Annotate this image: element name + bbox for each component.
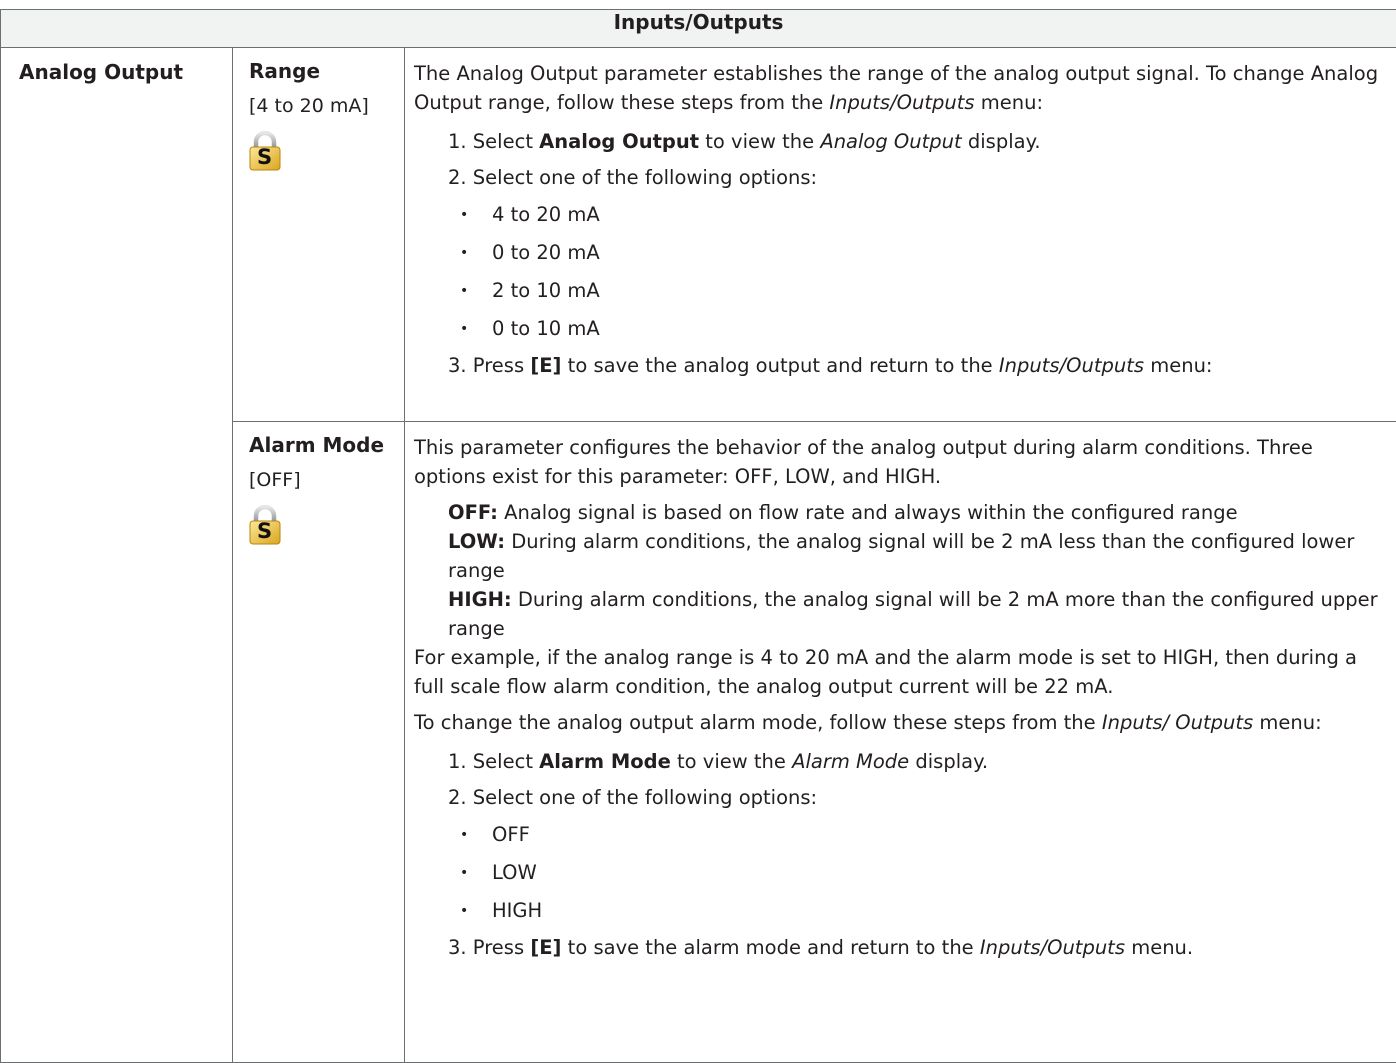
alarm-option-2: LOW	[492, 861, 537, 884]
alarm-example: For example, if the analog range is 4 to…	[414, 643, 1386, 701]
alarm-step3-end: menu.	[1125, 936, 1193, 959]
list-item: •LOW	[414, 854, 1386, 892]
alarm-intro: This parameter configures the behavior o…	[414, 433, 1386, 491]
inputs-outputs-table: Inputs/Outputs Analog Output Range [4 to…	[0, 9, 1396, 1063]
range-step1-end: display.	[962, 130, 1041, 153]
range-intro-end: menu:	[975, 91, 1043, 114]
list-item: •0 to 20 mA	[414, 234, 1386, 272]
list-item: •HIGH	[414, 892, 1386, 930]
alarm-step1-mid: to view the	[671, 750, 792, 773]
table-header: Inputs/Outputs	[1, 10, 1396, 48]
list-item: •OFF	[414, 816, 1386, 854]
alarm-change-menu: Inputs/ Outputs	[1102, 711, 1253, 734]
alarm-step1-ital: Alarm Mode	[792, 750, 909, 773]
range-step3-ital: Inputs/Outputs	[999, 354, 1144, 377]
range-step3-mid: to save the analog output and return to …	[561, 354, 998, 377]
parameter-name: Analog Output	[1, 48, 232, 84]
list-item: •2 to 10 mA	[414, 272, 1386, 310]
alarm-change-pre: To change the analog output alarm mode, …	[414, 711, 1102, 734]
alarm-option-1: OFF	[492, 823, 530, 846]
range-option-1: 4 to 20 mA	[492, 203, 600, 226]
alarm-step2: 2. Select one of the following options:	[414, 780, 1386, 816]
alarm-step3-bold: [E]	[530, 936, 561, 959]
range-cell: Range [4 to 20 mA] S	[233, 48, 405, 422]
range-step1-bold: Analog Output	[539, 130, 699, 153]
alarm-step3-ital: Inputs/Outputs	[980, 936, 1125, 959]
range-intro-menu: Inputs/Outputs	[829, 91, 974, 114]
alarm-off-text: Analog signal is based on flow rate and …	[498, 501, 1238, 524]
alarm-low-label: LOW:	[448, 530, 505, 553]
alarm-change-end: menu:	[1253, 711, 1321, 734]
list-item: •4 to 20 mA	[414, 196, 1386, 234]
range-step3-bold: [E]	[530, 354, 561, 377]
table-row: Analog Output Range [4 to 20 mA]	[1, 48, 1396, 422]
alarm-low-text: During alarm conditions, the analog sign…	[448, 530, 1354, 582]
range-step3-pre: 3. Press	[448, 354, 530, 377]
alarm-name: Alarm Mode	[233, 422, 404, 457]
alarm-step1-end: display.	[909, 750, 988, 773]
parameter-cell: Analog Output	[1, 48, 233, 1063]
lock-label: S	[257, 519, 272, 543]
alarm-off-label: OFF:	[448, 501, 498, 524]
range-step2: 2. Select one of the following options:	[414, 160, 1386, 196]
range-option-4: 0 to 10 mA	[492, 317, 600, 340]
alarm-option-3: HIGH	[492, 899, 542, 922]
range-description: The Analog Output parameter establishes …	[405, 48, 1396, 422]
alarm-high-label: HIGH:	[448, 588, 512, 611]
range-option-3: 2 to 10 mA	[492, 279, 600, 302]
alarm-cell: Alarm Mode [OFF] S	[233, 422, 405, 1063]
alarm-default: [OFF]	[233, 457, 404, 491]
list-item: •0 to 10 mA	[414, 310, 1386, 348]
range-step1-mid: to view the	[699, 130, 820, 153]
range-step1-pre: 1. Select	[448, 130, 539, 153]
alarm-step3-pre: 3. Press	[448, 936, 530, 959]
range-option-2: 0 to 20 mA	[492, 241, 600, 264]
alarm-step3-mid: to save the alarm mode and return to the	[561, 936, 979, 959]
range-name: Range	[233, 48, 404, 83]
lock-icon: S	[248, 131, 282, 171]
alarm-step1-pre: 1. Select	[448, 750, 539, 773]
alarm-high-text: During alarm conditions, the analog sign…	[448, 588, 1378, 640]
range-step1-ital: Analog Output	[820, 130, 961, 153]
range-default: [4 to 20 mA]	[233, 83, 404, 117]
lock-label: S	[257, 145, 272, 169]
lock-icon: S	[248, 505, 282, 545]
alarm-step1-bold: Alarm Mode	[539, 750, 671, 773]
alarm-description: This parameter configures the behavior o…	[405, 422, 1396, 1063]
range-step3-end: menu:	[1144, 354, 1212, 377]
